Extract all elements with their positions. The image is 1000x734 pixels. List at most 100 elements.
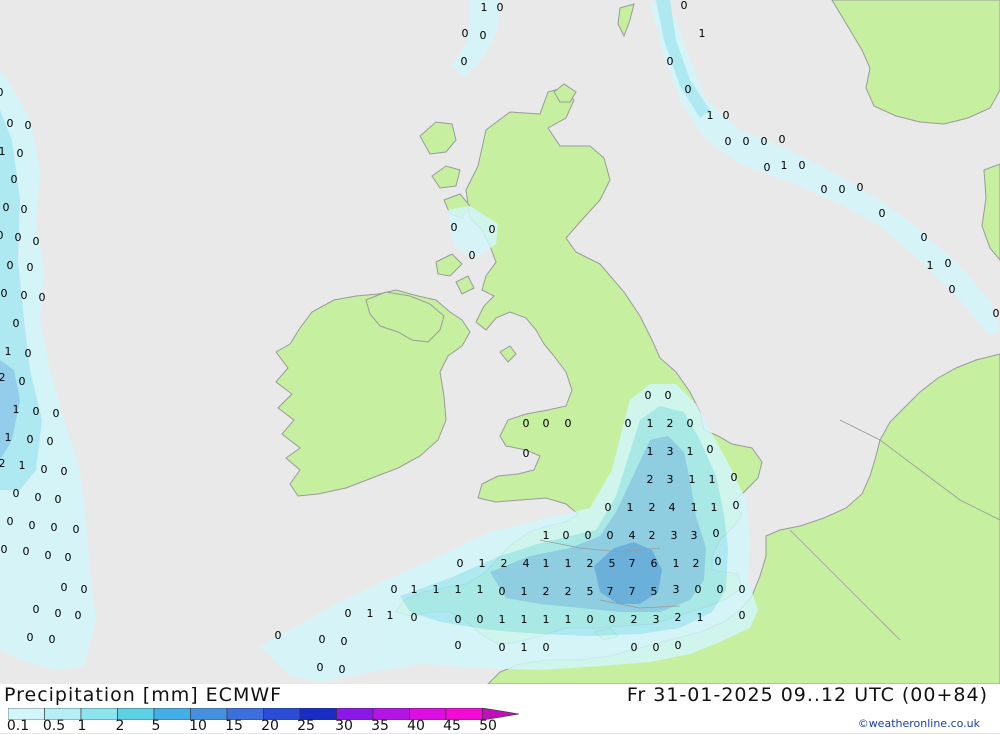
precip-value-label: 0 [35, 491, 42, 504]
precip-value-label: 0 [462, 27, 469, 40]
precip-value-label: 1 [521, 613, 528, 626]
precip-value-label: 1 [627, 501, 634, 514]
color-scale-label: 45 [443, 718, 461, 734]
color-scale-label: 10 [189, 718, 207, 734]
precip-value-label: 0 [949, 283, 956, 296]
precip-value-label: 0 [469, 249, 476, 262]
precip-value-label: 0 [411, 611, 418, 624]
color-scale-label: 2 [115, 718, 125, 734]
precip-value-label: 0 [33, 405, 40, 418]
color-scale-label: 25 [297, 718, 315, 734]
precip-value-label: 0 [13, 317, 20, 330]
precip-value-label: 0 [1, 543, 8, 556]
precip-value-label: 1 [707, 109, 714, 122]
precip-value-label: 0 [587, 613, 594, 626]
precip-value-label: 7 [629, 557, 636, 570]
color-scale-labels: 0.1 0.5 1 2 5 10 15 20 25 30 35 40 45 50 [0, 718, 520, 734]
precip-value-label: 1 [481, 1, 488, 14]
precip-value-label: 1 [709, 473, 716, 486]
precip-value-label: 1 [673, 557, 680, 570]
precip-value-label: 1 [565, 557, 572, 570]
precip-value-label: 0 [609, 613, 616, 626]
precip-value-label: 1 [543, 557, 550, 570]
precip-value-label: 0 [565, 417, 572, 430]
precip-value-label: 2 [543, 585, 550, 598]
credit-link[interactable]: ©weatheronline.co.uk [858, 717, 980, 730]
precip-value-label: 0 [731, 471, 738, 484]
precip-value-label: 0 [41, 463, 48, 476]
precip-value-label: 1 [367, 607, 374, 620]
precip-value-label: 3 [653, 613, 660, 626]
precip-value-label: 1 [477, 583, 484, 596]
precip-value-label: 0 [391, 583, 398, 596]
color-scale-label: 1 [77, 718, 87, 734]
precip-value-label: 0 [739, 609, 746, 622]
precip-value-label: 0 [319, 633, 326, 646]
precip-value-label: 4 [523, 557, 530, 570]
precip-value-label: 4 [629, 529, 636, 542]
precip-value-label: 2 [693, 557, 700, 570]
precip-value-label: 2 [647, 473, 654, 486]
precip-value-label: 0 [345, 607, 352, 620]
precip-value-label: 1 [689, 473, 696, 486]
precip-value-label: 1 [543, 613, 550, 626]
precip-value-label: 0 [799, 159, 806, 172]
precip-value-label: 2 [675, 611, 682, 624]
color-scale-label: 20 [261, 718, 279, 734]
precip-value-label: 0 [27, 433, 34, 446]
precip-value-label: 0 [341, 635, 348, 648]
color-scale-label: 30 [335, 718, 353, 734]
precip-value-label: 0 [523, 417, 530, 430]
precip-value-label: 0 [45, 549, 52, 562]
precip-value-label: 1 [479, 557, 486, 570]
precip-value-label: 1 [647, 417, 654, 430]
precip-value-label: 1 [711, 501, 718, 514]
precip-value-label: 3 [667, 473, 674, 486]
precip-value-label: 0 [11, 173, 18, 186]
precip-value-label: 0 [625, 417, 632, 430]
precip-value-label: 0 [685, 83, 692, 96]
precip-value-label: 0 [631, 641, 638, 654]
color-scale-label: 50 [479, 718, 497, 734]
precip-value-label: 1 [19, 459, 26, 472]
precip-value-label: 0 [39, 291, 46, 304]
precip-value-label: 0 [49, 633, 56, 646]
precip-value-label: 0 [715, 555, 722, 568]
precip-value-label: 1 [699, 27, 706, 40]
precip-value-label: 0 [55, 607, 62, 620]
precip-value-label: 0 [27, 261, 34, 274]
precip-value-label: 0 [879, 207, 886, 220]
precip-value-label: 0 [605, 501, 612, 514]
precip-value-label: 0 [339, 663, 346, 676]
precip-value-label: 0 [761, 135, 768, 148]
precip-value-label: 0 [477, 613, 484, 626]
precip-value-label: 1 [5, 345, 12, 358]
precip-value-label: 0 [53, 407, 60, 420]
precip-value-label: 0 [7, 259, 14, 272]
precip-value-label: 5 [587, 585, 594, 598]
precip-value-label: 0 [455, 639, 462, 652]
precip-value-label: 0 [17, 147, 24, 160]
color-scale-label: 0.5 [42, 718, 66, 734]
precip-value-label: 0 [21, 289, 28, 302]
precip-value-label: 0 [317, 661, 324, 674]
precip-value-label: 3 [673, 583, 680, 596]
color-scale-label: 15 [225, 718, 243, 734]
color-scale-label: 40 [407, 718, 425, 734]
valid-time: Fr 31-01-2025 09..12 UTC (00+84) [626, 684, 988, 706]
precip-value-label: 0 [61, 581, 68, 594]
precip-value-label: 0 [764, 161, 771, 174]
precip-value-label: 1 [521, 641, 528, 654]
precip-value-label: 0 [921, 231, 928, 244]
color-scale-label: 5 [151, 718, 161, 734]
precip-value-label: 0 [585, 529, 592, 542]
precip-value-label: 2 [501, 557, 508, 570]
precip-value-label: 0 [725, 135, 732, 148]
precip-value-label: 3 [671, 529, 678, 542]
precip-value-label: 0 [707, 443, 714, 456]
precip-value-label: 0 [497, 1, 504, 14]
precip-value-label: 2 [565, 585, 572, 598]
precip-value-label: 0 [499, 641, 506, 654]
precip-value-label: 0 [779, 133, 786, 146]
precip-value-label: 1 [455, 583, 462, 596]
